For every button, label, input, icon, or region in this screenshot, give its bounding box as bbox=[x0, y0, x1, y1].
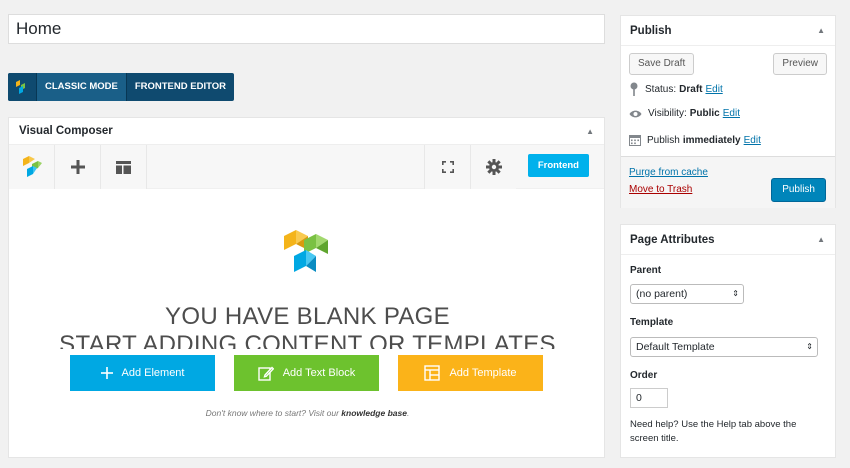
fullscreen-button[interactable] bbox=[424, 145, 470, 189]
status-label: Status: bbox=[645, 83, 677, 95]
publish-time-label: Publish bbox=[647, 134, 680, 146]
move-to-trash-link[interactable]: Move to Trash bbox=[629, 184, 692, 195]
order-label: Order bbox=[630, 370, 658, 381]
editor-mode-bar: CLASSIC MODE FRONTEND EDITOR bbox=[8, 73, 234, 101]
fullscreen-icon bbox=[441, 161, 454, 173]
vc-logo-icon bbox=[8, 73, 36, 101]
visibility-label: Visibility: bbox=[648, 108, 687, 119]
page-attributes-title: Page Attributes bbox=[630, 234, 715, 246]
select-arrows-icon: ⇕ bbox=[732, 289, 739, 298]
classic-mode-button[interactable]: CLASSIC MODE bbox=[36, 73, 127, 101]
save-draft-button[interactable]: Save Draft bbox=[629, 53, 695, 75]
select-arrows-icon: ⇕ bbox=[806, 342, 813, 351]
status-value: Draft bbox=[679, 83, 703, 95]
publish-actions: Purge from cache Move to Trash Publish bbox=[621, 156, 835, 208]
add-text-block-label: Add Text Block bbox=[282, 367, 356, 379]
post-title-input[interactable]: Home bbox=[8, 14, 605, 44]
parent-select[interactable]: (no parent) ⇕ bbox=[630, 284, 744, 304]
hint-suffix: . bbox=[406, 408, 410, 418]
visibility-value: Public bbox=[689, 108, 720, 119]
add-text-block-button[interactable]: Add Text Block bbox=[234, 355, 379, 391]
add-element-button[interactable]: Add Element bbox=[70, 355, 215, 391]
visibility-edit-link[interactable]: Edit bbox=[723, 108, 740, 119]
publish-time-row: Publish immediately Edit bbox=[629, 134, 761, 146]
plus-icon bbox=[70, 160, 85, 174]
publish-box: Publish ▲ Save Draft Preview Status: Dra… bbox=[620, 15, 836, 208]
help-text: Need help? Use the Help tab above the sc… bbox=[630, 419, 797, 444]
frontend-button[interactable]: Frontend bbox=[527, 154, 589, 177]
publish-box-title: Publish bbox=[630, 25, 672, 37]
collapse-caret-icon[interactable]: ▲ bbox=[817, 16, 825, 46]
publish-time-edit-link[interactable]: Edit bbox=[744, 135, 761, 146]
preview-button[interactable]: Preview bbox=[773, 53, 827, 75]
layout-icon bbox=[116, 160, 131, 174]
publish-button[interactable]: Publish bbox=[771, 178, 826, 202]
page-attributes-header[interactable]: Page Attributes ▲ bbox=[621, 225, 835, 255]
blank-page-message: YOU HAVE BLANK PAGE START ADDING CONTENT… bbox=[9, 303, 606, 349]
add-element-toolbar-button[interactable] bbox=[55, 145, 101, 189]
add-template-label: Add Template bbox=[449, 367, 517, 379]
knowledge-base-hint: Don't know where to start? Visit our kno… bbox=[9, 408, 606, 418]
calendar-icon bbox=[629, 135, 641, 146]
template-select-value: Default Template bbox=[636, 341, 715, 353]
plus-icon bbox=[100, 367, 113, 379]
edit-text-icon bbox=[258, 366, 274, 381]
vc-panel-header[interactable]: Visual Composer ▲ bbox=[9, 118, 604, 145]
vc-logo-icon bbox=[22, 156, 42, 177]
add-element-label: Add Element bbox=[121, 367, 185, 379]
publish-time-value: immediately bbox=[682, 134, 741, 146]
collapse-caret-icon[interactable]: ▲ bbox=[817, 225, 825, 255]
visual-composer-panel: Visual Composer ▲ Frontend YOU HAVE BLAN… bbox=[8, 117, 605, 458]
page-attributes-box: Page Attributes ▲ Parent (no parent) ⇕ T… bbox=[620, 224, 836, 458]
pin-icon bbox=[630, 82, 638, 96]
purge-cache-link[interactable]: Purge from cache bbox=[629, 167, 708, 178]
eye-icon bbox=[629, 110, 642, 117]
knowledge-base-link[interactable]: knowledge base bbox=[341, 408, 407, 418]
template-label: Template bbox=[630, 317, 674, 328]
template-icon bbox=[424, 365, 441, 381]
status-row: Status: Draft Edit bbox=[629, 82, 723, 96]
templates-toolbar-button[interactable] bbox=[101, 145, 147, 189]
vc-large-logo-icon bbox=[281, 228, 331, 285]
blank-page-line-1: YOU HAVE BLANK PAGE bbox=[165, 303, 450, 330]
collapse-caret-icon[interactable]: ▲ bbox=[586, 118, 594, 145]
vc-panel-title: Visual Composer bbox=[19, 125, 113, 137]
visibility-row: Visibility: Public Edit bbox=[629, 108, 740, 119]
template-select[interactable]: Default Template ⇕ bbox=[630, 337, 818, 357]
status-edit-link[interactable]: Edit bbox=[705, 84, 722, 95]
frontend-editor-button[interactable]: FRONTEND EDITOR bbox=[127, 73, 234, 101]
blank-page-line-2: START ADDING CONTENT OR TEMPLATES bbox=[59, 331, 556, 349]
gear-icon bbox=[485, 159, 502, 175]
hint-text: Don't know where to start? Visit our bbox=[205, 408, 342, 418]
vc-logo-button[interactable] bbox=[9, 145, 55, 189]
settings-button[interactable] bbox=[470, 145, 516, 189]
order-input[interactable]: 0 bbox=[630, 388, 668, 408]
add-template-button[interactable]: Add Template bbox=[398, 355, 543, 391]
vc-toolbar: Frontend bbox=[9, 145, 604, 189]
publish-box-header[interactable]: Publish ▲ bbox=[621, 16, 835, 46]
parent-label: Parent bbox=[630, 265, 662, 276]
parent-select-value: (no parent) bbox=[636, 288, 688, 300]
